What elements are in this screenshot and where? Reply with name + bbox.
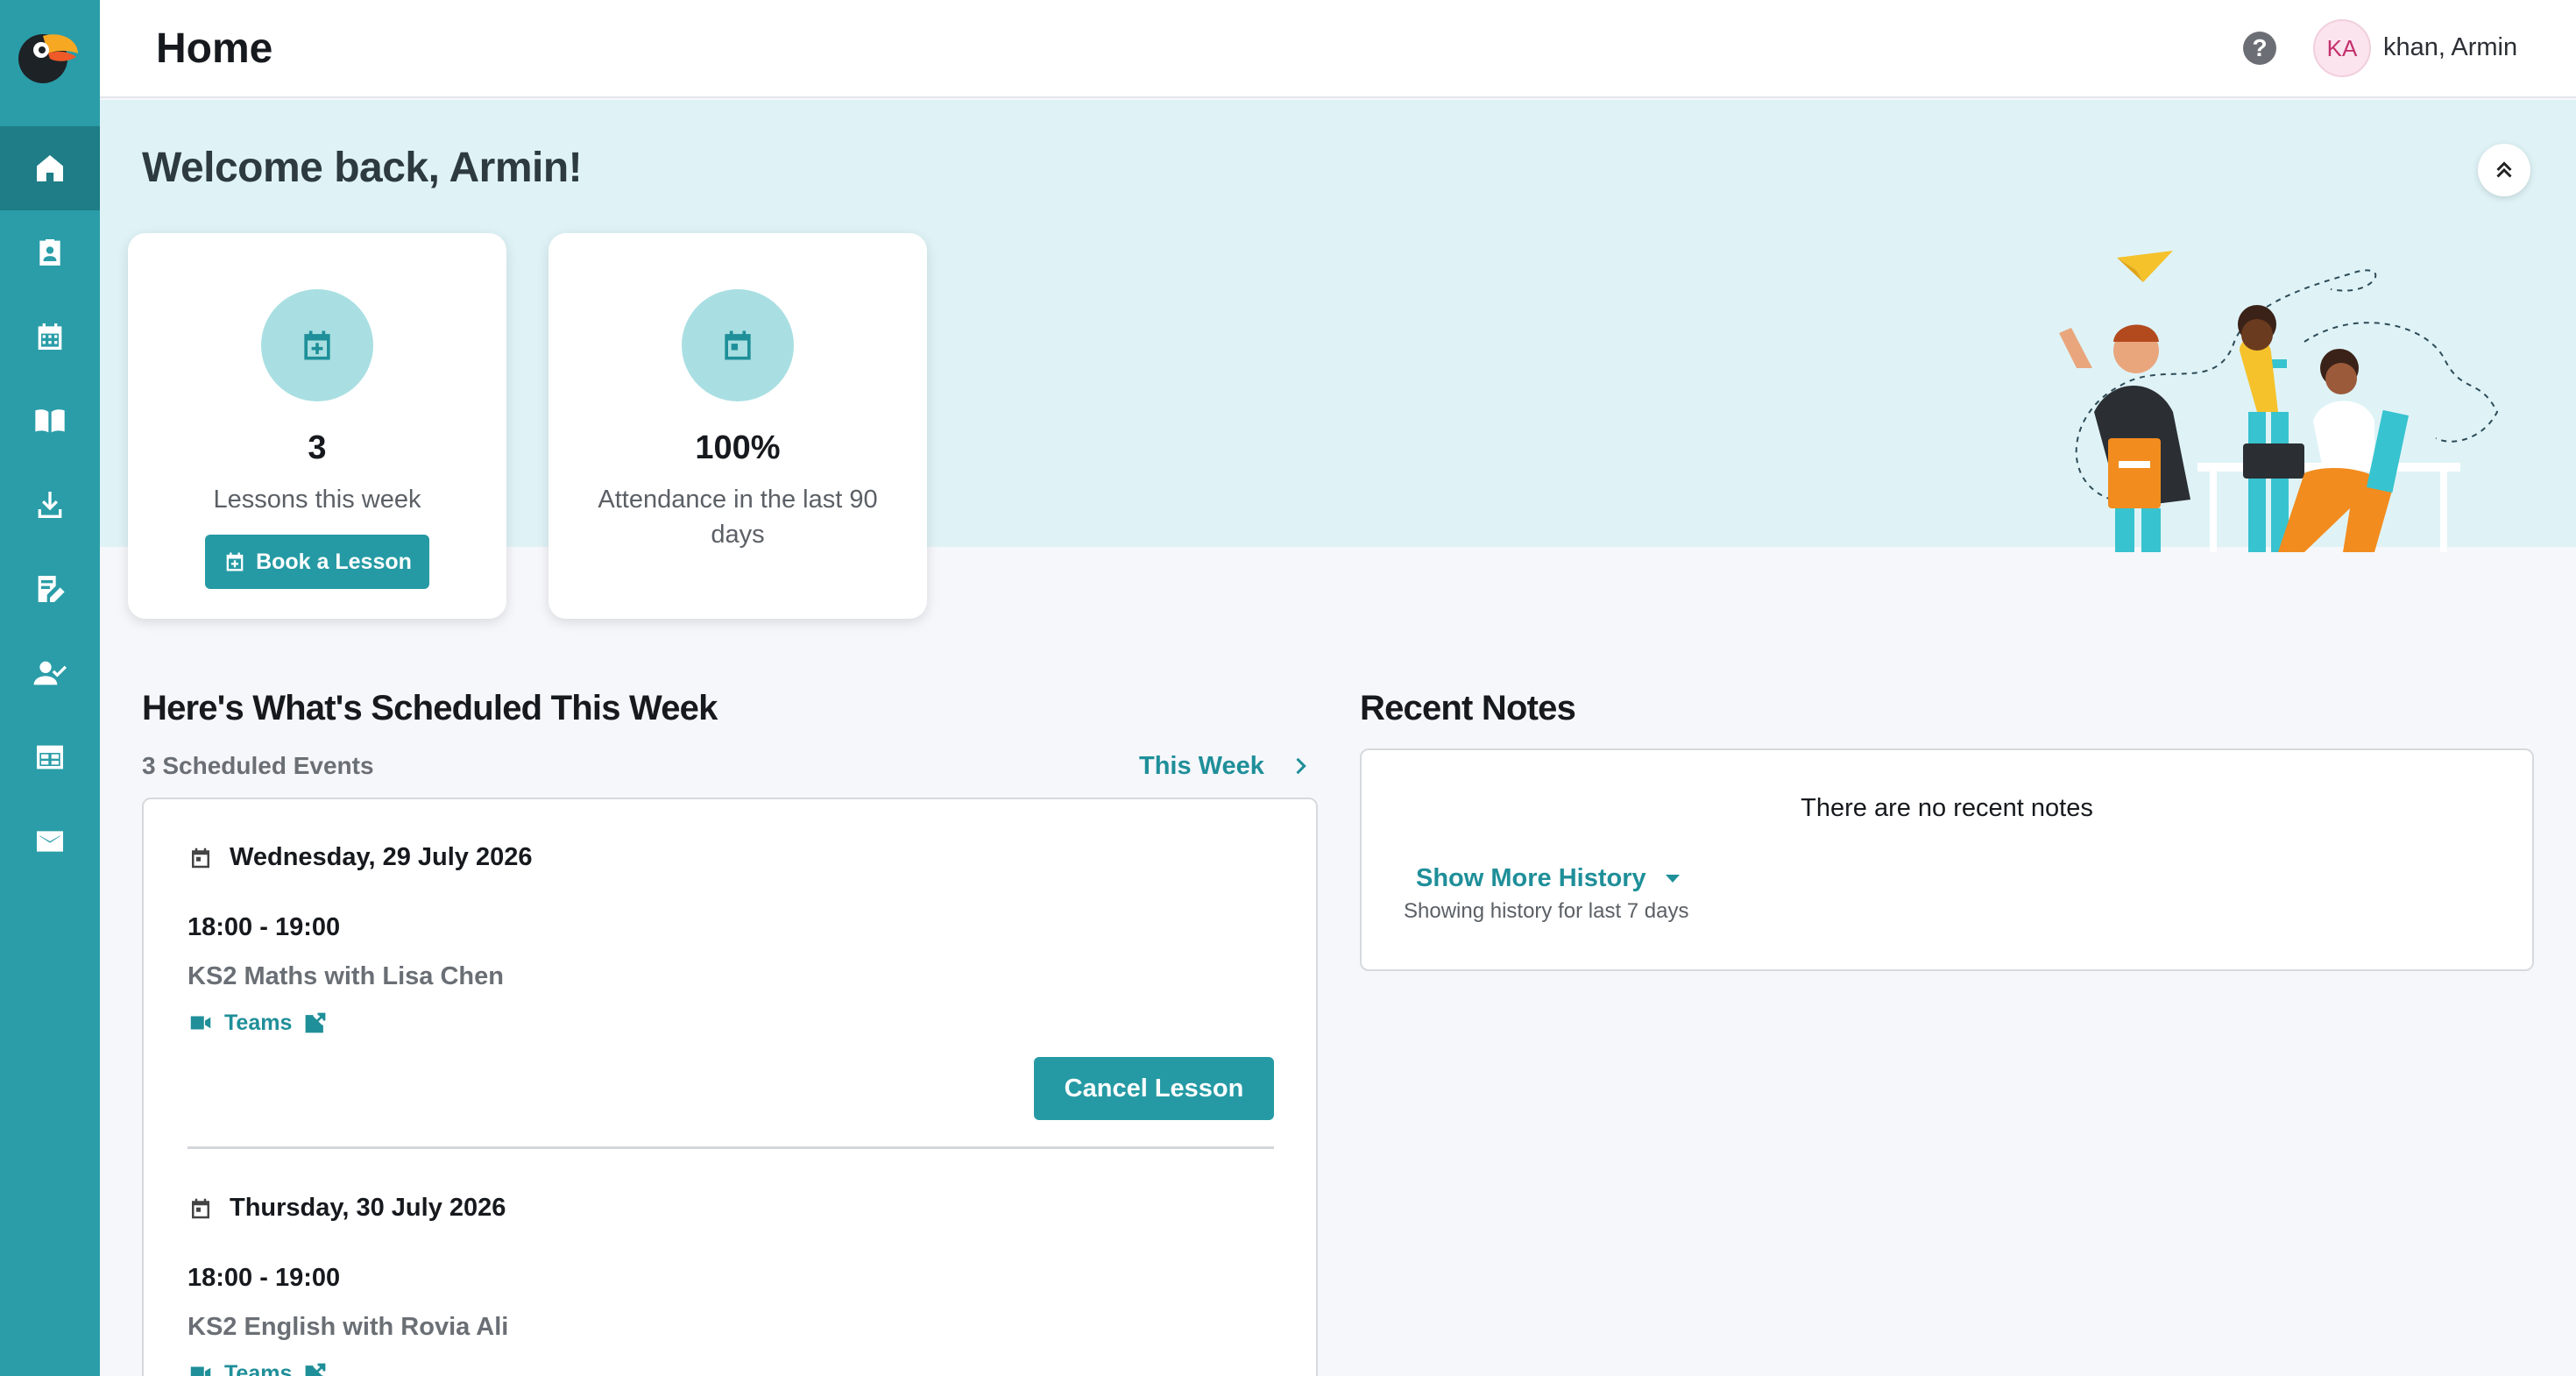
- stat-label: Attendance in the last 90 days: [598, 486, 878, 549]
- toucan-logo-icon[interactable]: [17, 24, 80, 87]
- chevrons-up-icon: [2496, 161, 2512, 178]
- schedule-panel: Wednesday, 29 July 2026 18:00 - 19:00 KS…: [142, 798, 1318, 1376]
- external-link-icon: [305, 1012, 326, 1033]
- show-more-history-button[interactable]: Show More History: [1416, 864, 1680, 893]
- week-filter-link[interactable]: This Week: [1139, 752, 1264, 781]
- schedule-title: Here's What's Scheduled This Week: [142, 689, 718, 727]
- edit-document-icon: [38, 576, 65, 602]
- lessons-stat-card: 3 Lessons this week Book a Lesson: [128, 233, 506, 619]
- nav-downloads[interactable]: [0, 463, 100, 547]
- teams-link[interactable]: Teams: [188, 1360, 329, 1376]
- user-check-icon: [33, 661, 67, 685]
- cancel-lesson-button[interactable]: Cancel Lesson: [1034, 1057, 1274, 1120]
- event-time: 18:00 - 19:00: [188, 913, 341, 941]
- nav-students[interactable]: [0, 210, 100, 294]
- event-date-label: Wednesday, 29 July 2026: [230, 843, 533, 871]
- notes-title: Recent Notes: [1360, 689, 1576, 727]
- stat-icon-circle: [682, 289, 794, 401]
- chevron-right-icon[interactable]: [1288, 754, 1313, 778]
- help-circle-icon[interactable]: ?: [2243, 32, 2276, 65]
- stat-value: 100%: [695, 429, 781, 466]
- event-title: KS2 English with Rovia Ali: [188, 1313, 509, 1341]
- scheduled-count: 3 Scheduled Events: [142, 752, 374, 779]
- download-icon: [38, 492, 62, 518]
- top-bar: Home ? KA khan, Armin: [100, 0, 2576, 98]
- mail-icon: [37, 831, 63, 852]
- notes-panel: There are no recent notes Show More Hist…: [1360, 748, 2534, 971]
- event-date: Thursday, 30 July 2026: [188, 1194, 506, 1223]
- empty-notes-message: There are no recent notes: [1801, 794, 2093, 822]
- teams-link-label: Teams: [224, 1360, 293, 1376]
- home-icon: [37, 155, 63, 181]
- teams-link[interactable]: Teams: [188, 1010, 329, 1036]
- attendance-stat-card: 100% Attendance in the last 90 days: [548, 233, 927, 619]
- nav-library[interactable]: [0, 379, 100, 463]
- book-lesson-button[interactable]: Book a Lesson: [205, 535, 429, 589]
- stat-label: Lessons this week: [213, 486, 421, 514]
- nav-messages[interactable]: [0, 799, 100, 883]
- nav-calendar[interactable]: [0, 294, 100, 379]
- calendar-icon: [192, 1198, 209, 1218]
- stat-icon-circle: [261, 289, 373, 401]
- video-camera-icon: [190, 1016, 211, 1030]
- event-time: 18:00 - 19:00: [188, 1264, 341, 1292]
- user-name[interactable]: khan, Armin: [2383, 33, 2517, 62]
- event-title: KS2 Maths with Lisa Chen: [188, 962, 504, 990]
- event-date: Wednesday, 29 July 2026: [188, 843, 533, 872]
- collapse-banner-button[interactable]: [2478, 144, 2530, 196]
- stat-value: 3: [308, 429, 327, 466]
- team-illustration: [2059, 251, 2499, 552]
- caret-down-icon: [1665, 875, 1680, 883]
- nav-timetable[interactable]: [0, 715, 100, 799]
- welcome-heading: Welcome back, Armin!: [142, 145, 583, 191]
- avatar[interactable]: KA: [2313, 19, 2371, 77]
- nav-assignments[interactable]: [0, 547, 100, 631]
- teams-link-label: Teams: [224, 1010, 293, 1035]
- calendar-event-icon: [725, 330, 751, 360]
- id-badge-icon: [39, 239, 60, 266]
- video-camera-icon: [190, 1366, 211, 1376]
- external-link-icon: [305, 1363, 326, 1376]
- book-lesson-label: Book a Lesson: [256, 549, 412, 574]
- show-more-label: Show More History: [1416, 864, 1646, 892]
- calendar-plus-icon: [226, 552, 244, 571]
- page-title: Home: [156, 25, 273, 72]
- history-range-note: Showing history for last 7 days: [1404, 899, 1689, 923]
- calendar-icon: [38, 323, 62, 350]
- calendar-plus-icon: [304, 330, 330, 360]
- nav-attendance[interactable]: [0, 631, 100, 715]
- book-open-icon: [35, 409, 65, 433]
- nav-home[interactable]: [0, 126, 100, 210]
- event-date-label: Thursday, 30 July 2026: [230, 1194, 506, 1222]
- sidebar: [0, 0, 100, 1376]
- calendar-icon: [192, 848, 209, 868]
- timetable-icon: [37, 745, 63, 770]
- event-divider: [188, 1146, 1274, 1149]
